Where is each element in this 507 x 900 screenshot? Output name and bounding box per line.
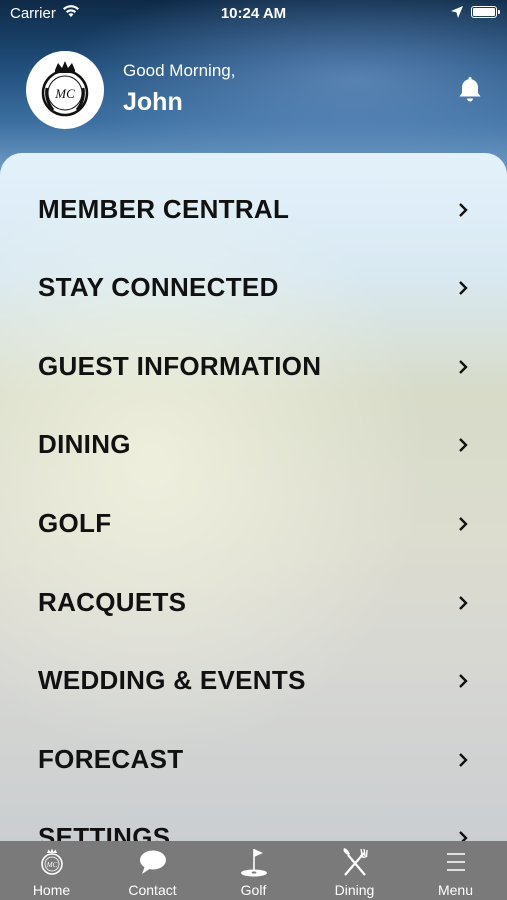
menu-item-label: MEMBER CENTRAL (38, 194, 290, 224)
menu-item-label: STAY CONNECTED (38, 272, 279, 302)
menu-item-label: RACQUETS (38, 587, 187, 617)
status-bar: Carrier 10:24 AM (0, 0, 507, 28)
menu-item-member-central[interactable]: MEMBER CENTRAL (0, 172, 507, 250)
chevron-right-icon (459, 360, 468, 374)
fork-knife-icon (343, 848, 368, 876)
tab-label: Dining (334, 882, 375, 898)
chevron-right-icon (459, 753, 468, 767)
crest-icon: MC (41, 61, 89, 117)
menu-item-dining[interactable]: DINING (0, 407, 507, 485)
golf-flag-icon (240, 849, 267, 877)
menu-item-racquets[interactable]: RACQUETS (0, 565, 507, 643)
tab-label: Golf (240, 882, 267, 898)
user-name: John (123, 88, 183, 116)
clock: 10:24 AM (220, 5, 287, 22)
menu-item-guest-information[interactable]: GUEST INFORMATION (0, 329, 507, 407)
chevron-right-icon (459, 674, 468, 688)
menu-item-label: GUEST INFORMATION (38, 351, 322, 381)
menu-item-label: DINING (38, 429, 131, 459)
location-arrow-icon (451, 6, 463, 18)
tab-label: Contact (128, 882, 177, 898)
crest-icon: MC (40, 848, 63, 875)
svg-text:MC: MC (45, 861, 57, 869)
menu-item-label: WEDDING & EVENTS (38, 665, 306, 695)
chevron-right-icon (459, 517, 468, 531)
menu-item-stay-connected[interactable]: STAY CONNECTED (0, 250, 507, 328)
tab-dining[interactable]: Dining (304, 841, 405, 900)
menu-item-label: GOLF (38, 508, 112, 538)
tab-home[interactable]: MC Home (1, 841, 102, 900)
menu-item-forecast[interactable]: FORECAST (0, 722, 507, 800)
main-menu-panel: MEMBER CENTRAL STAY CONNECTED GUEST INFO… (0, 153, 507, 841)
chat-bubble-icon (139, 850, 166, 874)
chevron-right-icon (459, 438, 468, 452)
greeting-text: Good Morning, (123, 61, 236, 80)
bell-icon[interactable] (457, 75, 483, 103)
club-crest-logo[interactable]: MC (26, 51, 104, 129)
chevron-right-icon (459, 281, 468, 295)
chevron-right-icon (459, 203, 468, 217)
hamburger-menu-icon (446, 853, 465, 871)
chevron-right-icon (459, 831, 468, 841)
menu-item-label: SETTINGS (38, 822, 171, 841)
tab-label: Home (32, 882, 71, 898)
tab-label: Menu (437, 882, 474, 898)
tab-contact[interactable]: Contact (102, 841, 203, 900)
chevron-right-icon (459, 596, 468, 610)
svg-text:MC: MC (54, 86, 75, 101)
tab-menu[interactable]: Menu (405, 841, 506, 900)
menu-item-golf[interactable]: GOLF (0, 486, 507, 564)
battery-icon (471, 6, 500, 18)
tab-golf[interactable]: Golf (203, 841, 304, 900)
menu-item-wedding-events[interactable]: WEDDING & EVENTS (0, 643, 507, 721)
bottom-tab-bar: MC Home Contact Golf Dining Menu (0, 841, 507, 900)
menu-item-label: FORECAST (38, 744, 184, 774)
menu-item-settings[interactable]: SETTINGS (0, 800, 507, 841)
